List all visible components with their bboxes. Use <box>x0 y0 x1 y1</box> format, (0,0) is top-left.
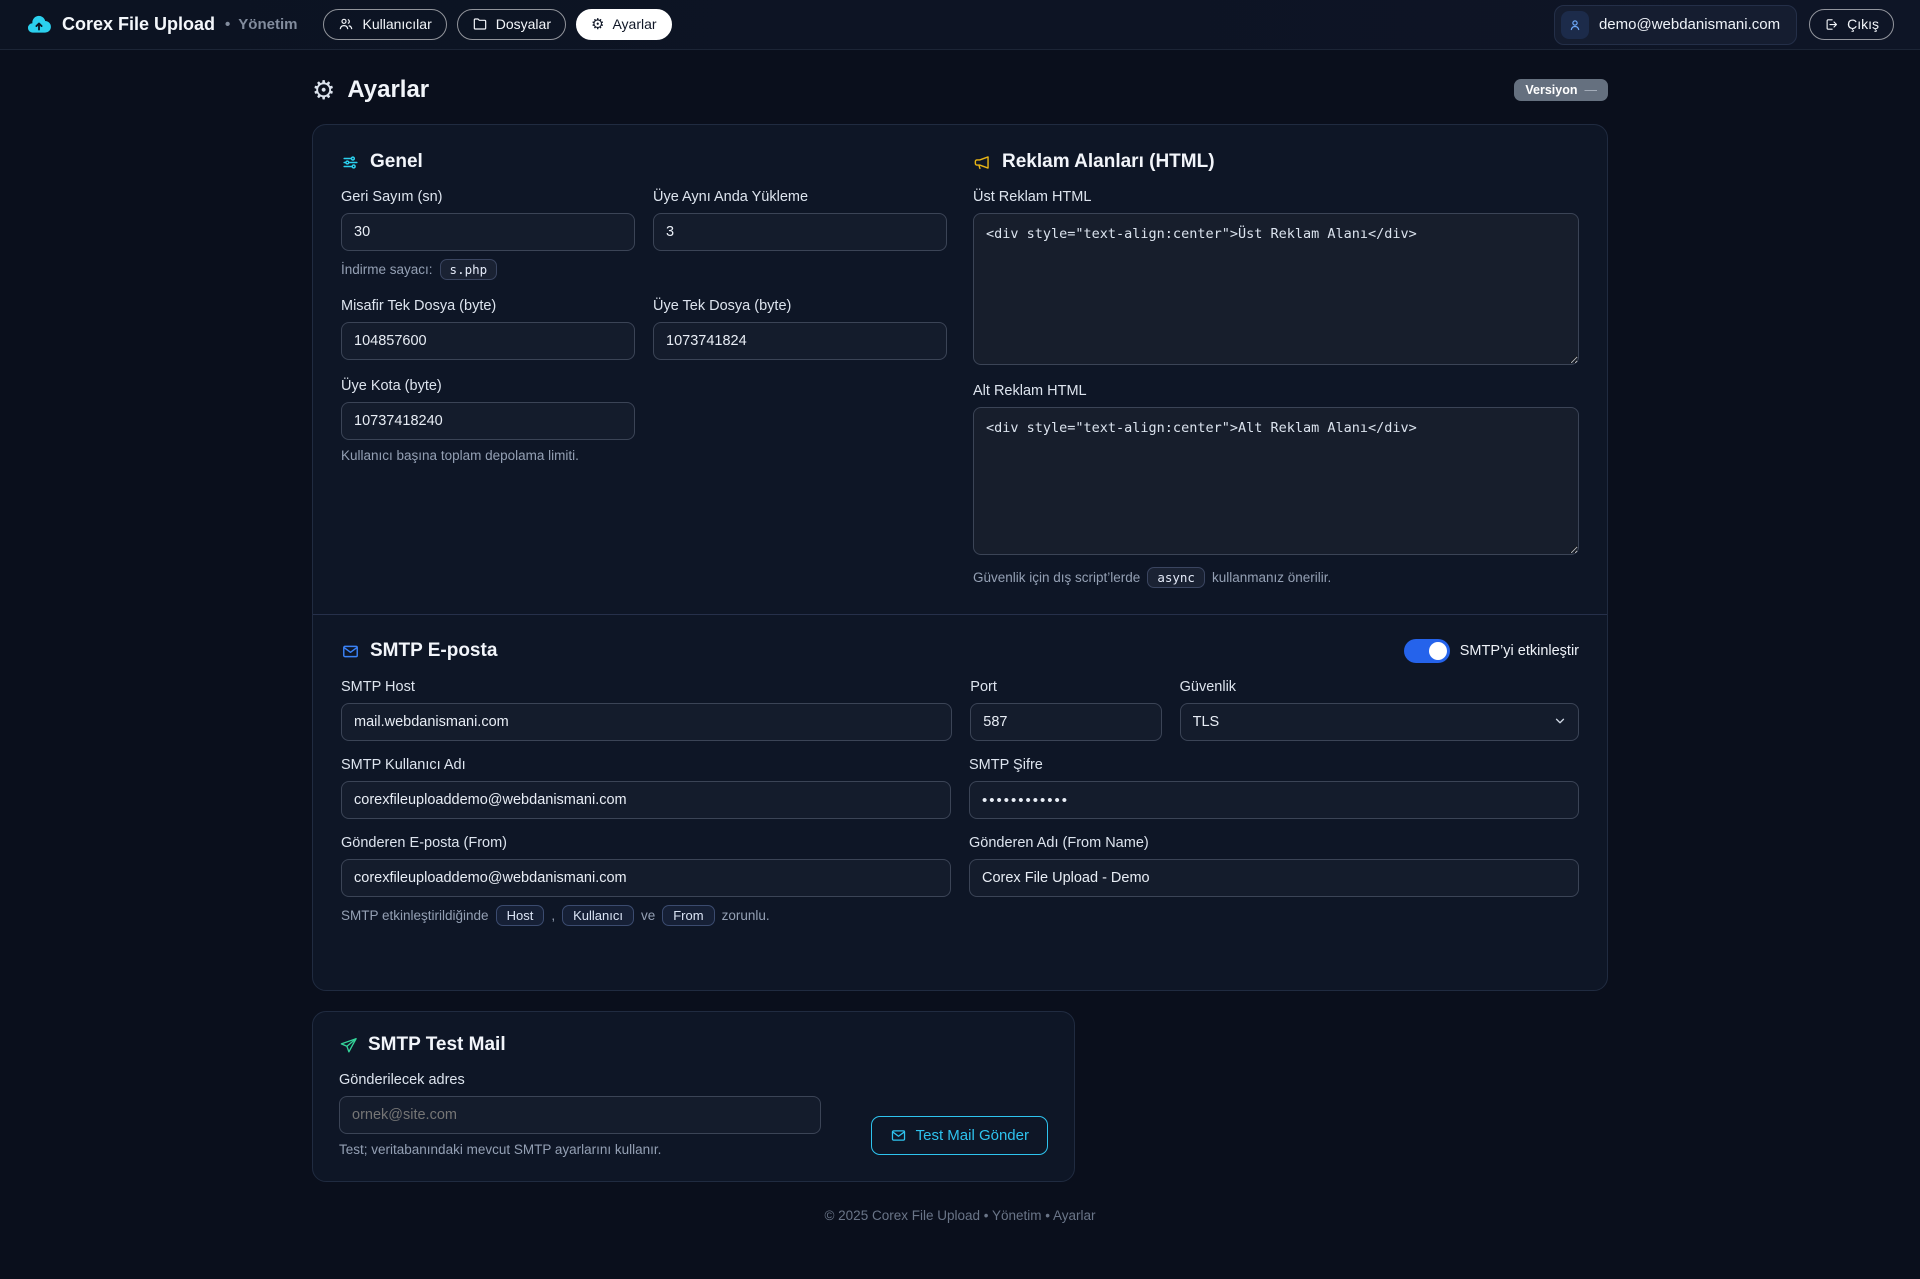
page-title: Ayarlar <box>347 76 429 104</box>
settings-card: Genel Geri Sayım (sn) İndirme sayacı: s.… <box>312 124 1608 991</box>
member-file-input[interactable] <box>653 322 947 360</box>
ads-section: Reklam Alanları (HTML) Üst Reklam HTML <… <box>973 151 1579 588</box>
user-icon <box>1561 11 1589 39</box>
send-test-mail-label: Test Mail Gönder <box>916 1127 1029 1144</box>
user-chip: demo@webdanismani.com <box>1554 5 1797 45</box>
ads-hint-prefix: Güvenlik için dış script’lerde <box>973 570 1140 585</box>
concurrent-upload-label: Üye Aynı Anda Yükleme <box>653 189 947 205</box>
async-pill: async <box>1147 567 1205 588</box>
general-title: Genel <box>370 151 423 173</box>
smtp-security-select[interactable]: TLS <box>1180 703 1579 741</box>
test-address-input[interactable] <box>339 1096 821 1134</box>
test-mail-card: SMTP Test Mail Gönderilecek adres Test; … <box>312 1011 1075 1182</box>
version-badge: Versiyon — <box>1514 79 1608 101</box>
logout-icon <box>1824 17 1839 32</box>
bottom-ad-label: Alt Reklam HTML <box>973 383 1579 399</box>
user-required-pill: Kullanıcı <box>562 905 634 926</box>
member-quota-input[interactable] <box>341 402 635 440</box>
smtp-enable-label: SMTP’yi etkinleştir <box>1460 643 1579 659</box>
smtp-port-label: Port <box>970 679 1161 695</box>
brand-subtitle: Yönetim <box>238 16 297 33</box>
smtp-hint-suffix: zorunlu. <box>722 908 770 923</box>
from-email-label: Gönderen E-posta (From) <box>341 835 951 851</box>
main-nav: Kullanıcılar Dosyalar ⚙ Ayarlar <box>323 9 671 40</box>
download-counter-hint: İndirme sayacı: <box>341 262 433 277</box>
mail-icon <box>341 642 360 661</box>
download-counter-file: s.php <box>440 259 498 280</box>
sliders-icon <box>341 153 360 172</box>
nav-users-button[interactable]: Kullanıcılar <box>323 9 446 40</box>
member-quota-label: Üye Kota (byte) <box>341 378 635 394</box>
logout-button[interactable]: Çıkış <box>1809 9 1894 40</box>
section-divider <box>313 614 1607 615</box>
brand-title: Corex File Upload <box>62 14 215 35</box>
megaphone-icon <box>973 153 992 172</box>
ads-title: Reklam Alanları (HTML) <box>1002 151 1215 173</box>
footer-text: © 2025 Corex File Upload • Yönetim • Aya… <box>312 1208 1608 1223</box>
guest-file-label: Misafir Tek Dosya (byte) <box>341 298 635 314</box>
smtp-security-label: Güvenlik <box>1180 679 1579 695</box>
quota-hint: Kullanıcı başına toplam depolama limiti. <box>341 448 635 463</box>
guest-file-input[interactable] <box>341 322 635 360</box>
general-section: Genel Geri Sayım (sn) İndirme sayacı: s.… <box>341 151 947 588</box>
users-icon <box>338 16 354 32</box>
smtp-password-input[interactable] <box>969 781 1579 819</box>
smtp-hint-prefix: SMTP etkinleştirildiğinde <box>341 908 489 923</box>
brand-separator: • <box>225 16 230 33</box>
smtp-host-label: SMTP Host <box>341 679 952 695</box>
gear-icon: ⚙ <box>591 17 604 32</box>
host-required-pill: Host <box>496 905 545 926</box>
nav-users-label: Kullanıcılar <box>362 16 431 33</box>
logout-label: Çıkış <box>1847 16 1879 33</box>
smtp-title: SMTP E-posta <box>370 640 497 662</box>
test-address-label: Gönderilecek adres <box>339 1072 1048 1088</box>
cloud-upload-icon <box>26 12 52 38</box>
smtp-section: SMTP E-posta SMTP’yi etkinleştir SMTP Ho… <box>341 639 1579 926</box>
smtp-port-input[interactable] <box>970 703 1161 741</box>
smtp-password-label: SMTP Şifre <box>969 757 1579 773</box>
nav-files-label: Dosyalar <box>496 16 551 33</box>
nav-settings-label: Ayarlar <box>612 16 656 33</box>
member-file-label: Üye Tek Dosya (byte) <box>653 298 947 314</box>
concurrent-upload-input[interactable] <box>653 213 947 251</box>
from-name-input[interactable] <box>969 859 1579 897</box>
bottom-ad-textarea[interactable]: <div style="text-align:center">Alt Rekla… <box>973 407 1579 555</box>
top-navbar: Corex File Upload • Yönetim Kullanıcılar… <box>0 0 1920 50</box>
smtp-username-label: SMTP Kullanıcı Adı <box>341 757 951 773</box>
top-ad-textarea[interactable]: <div style="text-align:center">Üst Rekla… <box>973 213 1579 365</box>
test-mail-hint: Test; veritabanındaki mevcut SMTP ayarla… <box>339 1142 821 1157</box>
smtp-enable-toggle[interactable] <box>1404 639 1450 663</box>
nav-files-button[interactable]: Dosyalar <box>457 9 566 40</box>
smtp-username-input[interactable] <box>341 781 951 819</box>
test-mail-title: SMTP Test Mail <box>368 1034 506 1056</box>
from-required-pill: From <box>662 905 714 926</box>
smtp-host-input[interactable] <box>341 703 952 741</box>
paper-plane-icon <box>339 1036 358 1055</box>
mail-send-icon <box>890 1127 907 1144</box>
nav-settings-button[interactable]: ⚙ Ayarlar <box>576 9 672 40</box>
brand: Corex File Upload • Yönetim <box>26 12 297 38</box>
top-ad-label: Üst Reklam HTML <box>973 189 1579 205</box>
send-test-mail-button[interactable]: Test Mail Gönder <box>871 1116 1048 1155</box>
countdown-label: Geri Sayım (sn) <box>341 189 635 205</box>
countdown-input[interactable] <box>341 213 635 251</box>
user-email: demo@webdanismani.com <box>1599 16 1780 33</box>
from-email-input[interactable] <box>341 859 951 897</box>
ads-hint-suffix: kullanmanız önerilir. <box>1212 570 1331 585</box>
settings-gear-icon: ⚙ <box>312 77 335 103</box>
folder-icon <box>472 16 488 32</box>
from-name-label: Gönderen Adı (From Name) <box>969 835 1579 851</box>
